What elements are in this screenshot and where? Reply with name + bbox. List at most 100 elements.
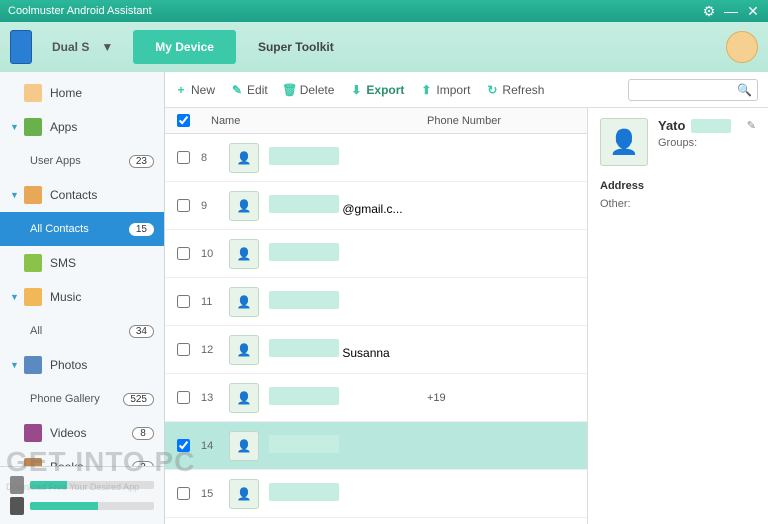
address-section-label: Address [600, 180, 756, 192]
contact-name-cell [269, 387, 427, 408]
sidebar-item-label: All [30, 325, 129, 337]
sd-storage-row [10, 497, 154, 515]
redacted-text [269, 387, 339, 405]
tab-super-toolkit[interactable]: Super Toolkit [236, 30, 356, 64]
contact-name-cell [269, 147, 427, 168]
sidebar-item-videos[interactable]: Videos8 [0, 416, 164, 450]
device-name: Dual S [52, 40, 89, 54]
column-header-phone[interactable]: Phone Number [427, 115, 587, 127]
import-button[interactable]: ⬆Import [420, 83, 470, 97]
phone-storage-icon [10, 476, 24, 494]
row-index: 14 [201, 440, 229, 452]
plus-icon: + [175, 84, 187, 96]
contact-avatar-icon: 👤 [229, 191, 259, 221]
refresh-icon: ↻ [486, 84, 498, 96]
contact-name-cell: Susanna [269, 339, 427, 360]
sidebar-item-sms[interactable]: SMS [0, 246, 164, 280]
chevron-down-icon: ▼ [10, 360, 20, 370]
count-badge: 525 [123, 393, 154, 406]
contact-avatar-icon: 👤 [229, 335, 259, 365]
new-button[interactable]: +New [175, 83, 215, 97]
row-checkbox[interactable] [177, 247, 190, 260]
contact-avatar-icon: 👤 [229, 479, 259, 509]
row-index: 8 [201, 152, 229, 164]
sidebar-item-label: SMS [50, 256, 154, 270]
books-icon [24, 458, 42, 466]
sidebar-item-apps[interactable]: ▼Apps [0, 110, 164, 144]
storage-bar [30, 481, 154, 489]
sidebar-item-phone-gallery[interactable]: Phone Gallery525 [0, 382, 164, 416]
redacted-text [269, 435, 339, 453]
sidebar-item-label: All Contacts [30, 223, 129, 235]
delete-button[interactable]: 🗑Delete [284, 83, 335, 97]
sidebar-item-all-contacts[interactable]: All Contacts15 [0, 212, 164, 246]
sidebar-item-label: Apps [50, 120, 154, 134]
refresh-button[interactable]: ↻Refresh [486, 83, 544, 97]
table-row[interactable]: 8👤 [165, 134, 587, 182]
redacted-text [269, 195, 339, 213]
videos-icon [24, 424, 42, 442]
groups-label: Groups: [658, 137, 756, 149]
row-checkbox[interactable] [177, 199, 190, 212]
count-badge: 8 [132, 427, 154, 440]
photos-icon [24, 356, 42, 374]
redacted-text [269, 291, 339, 309]
row-index: 11 [201, 296, 229, 308]
redacted-text [269, 483, 339, 501]
chevron-down-icon: ▼ [101, 40, 113, 54]
row-index: 9 [201, 200, 229, 212]
row-index: 10 [201, 248, 229, 260]
contact-name-cell: @gmail.c... [269, 195, 427, 216]
import-icon: ⬆ [420, 84, 432, 96]
sidebar-item-contacts[interactable]: ▼Contacts [0, 178, 164, 212]
user-avatar-icon[interactable] [726, 31, 758, 63]
row-index: 13 [201, 392, 229, 404]
table-row[interactable]: 15👤 [165, 470, 587, 518]
contact-avatar-icon: 👤 [229, 287, 259, 317]
row-checkbox[interactable] [177, 343, 190, 356]
export-button[interactable]: ⬇Export [350, 83, 404, 97]
search-icon[interactable]: 🔍 [737, 83, 752, 97]
tab-my-device[interactable]: My Device [133, 30, 236, 64]
sidebar-item-label: Phone Gallery [30, 393, 123, 405]
row-index: 15 [201, 488, 229, 500]
table-row[interactable]: 10👤 [165, 230, 587, 278]
minimize-icon[interactable]: — [724, 4, 738, 18]
sidebar-item-user-apps[interactable]: User Apps23 [0, 144, 164, 178]
row-checkbox[interactable] [177, 487, 190, 500]
chevron-down-icon: ▼ [10, 292, 20, 302]
table-row[interactable]: 13👤+19 [165, 374, 587, 422]
contacts-icon [24, 186, 42, 204]
row-checkbox[interactable] [177, 295, 190, 308]
column-header-name[interactable]: Name [201, 115, 427, 127]
device-selector[interactable]: Dual S ▼ [52, 40, 113, 54]
close-icon[interactable]: ✕ [746, 4, 760, 18]
sd-storage-icon [10, 497, 24, 515]
table-row[interactable]: 11👤 [165, 278, 587, 326]
sidebar-item-label: Home [50, 86, 154, 100]
contact-avatar-icon: 👤 [600, 118, 648, 166]
table-row[interactable]: 9👤 @gmail.c... [165, 182, 587, 230]
row-checkbox[interactable] [177, 391, 190, 404]
edit-contact-icon[interactable]: ✎ [747, 119, 756, 132]
sidebar-item-all[interactable]: All34 [0, 314, 164, 348]
sidebar-item-photos[interactable]: ▼Photos [0, 348, 164, 382]
select-all-checkbox[interactable] [177, 114, 190, 127]
table-row[interactable]: 14👤 [165, 422, 587, 470]
internal-storage-row [10, 476, 154, 494]
settings-icon[interactable]: ⚙ [702, 4, 716, 18]
row-checkbox[interactable] [177, 439, 190, 452]
sidebar-item-label: Music [50, 290, 154, 304]
sidebar-item-music[interactable]: ▼ Music [0, 280, 164, 314]
row-index: 12 [201, 344, 229, 356]
music-icon [24, 288, 42, 306]
redacted-text [269, 147, 339, 165]
sidebar-item-books[interactable]: Books3 [0, 450, 164, 466]
contact-name-cell [269, 483, 427, 504]
sidebar-item-home[interactable]: Home [0, 76, 164, 110]
table-row[interactable]: 12👤 Susanna [165, 326, 587, 374]
edit-button[interactable]: ✎Edit [231, 83, 268, 97]
row-checkbox[interactable] [177, 151, 190, 164]
redacted-text [269, 339, 339, 357]
contact-name-cell [269, 435, 427, 456]
